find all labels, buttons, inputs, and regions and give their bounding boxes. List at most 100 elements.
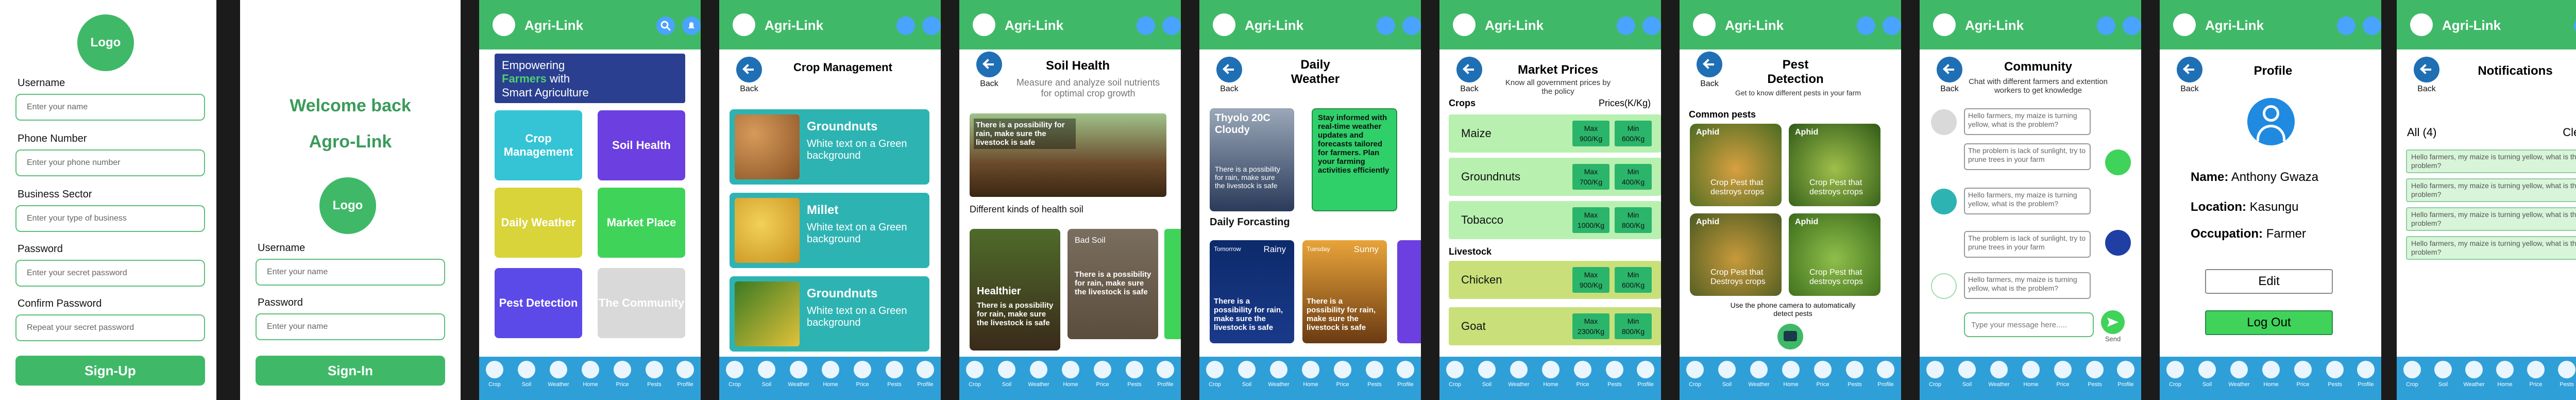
back-button[interactable]: Back (1694, 52, 1725, 89)
forecast-card[interactable]: Tomorrow Rainy There is a possibility fo… (1210, 240, 1294, 343)
nav-weather[interactable]: Weather (1263, 361, 1294, 388)
confirm-password-input[interactable]: Repeat your secret password (15, 314, 205, 341)
nav-price[interactable]: Price (2287, 361, 2318, 388)
nav-crop[interactable]: Crop (719, 361, 750, 388)
clear-all-button[interactable]: Clear all (2563, 126, 2576, 139)
nav-home[interactable]: Home (1775, 361, 1806, 388)
search-icon[interactable] (2337, 16, 2355, 35)
avatar[interactable] (733, 13, 755, 36)
search-icon[interactable] (1137, 16, 1155, 35)
avatar[interactable] (1933, 13, 1956, 36)
nav-soil[interactable]: Soil (1231, 361, 1262, 388)
bell-icon[interactable] (922, 16, 941, 35)
nav-home[interactable]: Home (2489, 361, 2520, 388)
bell-icon[interactable] (1642, 16, 1661, 35)
bell-icon[interactable] (1162, 16, 1181, 35)
nav-home[interactable]: Home (575, 361, 606, 388)
edit-button[interactable]: Edit (2205, 269, 2333, 294)
nav-home[interactable]: Home (815, 361, 846, 388)
tile-daily-weather[interactable]: Daily Weather (495, 188, 582, 258)
logout-button[interactable]: Log Out (2205, 310, 2333, 335)
back-button[interactable]: Back (1214, 57, 1245, 94)
avatar[interactable] (1213, 13, 1235, 36)
nav-profile[interactable]: Profile (910, 361, 941, 388)
search-icon[interactable] (1857, 16, 1875, 35)
nav-home[interactable]: Home (1295, 361, 1326, 388)
pest-card[interactable]: Aphid Crop Pest that destroys crops (1690, 124, 1782, 206)
avatar[interactable] (493, 13, 515, 36)
bell-icon[interactable] (2123, 16, 2141, 35)
nav-weather[interactable]: Weather (783, 361, 814, 388)
back-button[interactable]: Back (974, 52, 1005, 89)
nav-price[interactable]: Price (1087, 361, 1118, 388)
bell-icon[interactable] (1883, 16, 1901, 35)
nav-soil[interactable]: Soil (2428, 361, 2459, 388)
nav-crop[interactable]: Crop (2397, 361, 2428, 388)
back-button[interactable]: Back (1934, 57, 1965, 94)
nav-home[interactable]: Home (2015, 361, 2046, 388)
tile-community[interactable]: The Community (598, 268, 685, 338)
crop-card[interactable]: Groundnuts White text on a Green backgro… (730, 109, 929, 185)
avatar[interactable] (2173, 13, 2196, 36)
notification-item[interactable]: Hello farmers, my maize is turning yello… (2406, 236, 2576, 260)
nav-pests[interactable]: Pests (2079, 361, 2110, 388)
search-icon[interactable] (1377, 16, 1395, 35)
soil-card[interactable]: Bad Soil There is a possibility for rain… (1067, 229, 1158, 339)
nav-profile[interactable]: Profile (2110, 361, 2141, 388)
nav-home[interactable]: Home (1055, 361, 1086, 388)
nav-pests[interactable]: Pests (1119, 361, 1150, 388)
password-input[interactable]: Enter your secret password (15, 260, 205, 287)
nav-soil[interactable]: Soil (991, 361, 1022, 388)
nav-pests[interactable]: Pests (639, 361, 670, 388)
nav-weather[interactable]: Weather (1503, 361, 1534, 388)
soil-card[interactable]: Healthier There is a possibility for rai… (970, 229, 1060, 351)
search-icon[interactable] (1617, 16, 1635, 35)
nav-soil[interactable]: Soil (1471, 361, 1502, 388)
username-input[interactable]: Enter your name (15, 94, 205, 121)
back-button[interactable]: Back (2411, 57, 2442, 94)
weather-main-card[interactable]: Thyolo 20C Cloudy There is a possibility… (1210, 108, 1294, 211)
nav-weather[interactable]: Weather (1743, 361, 1774, 388)
nav-pests[interactable]: Pests (1599, 361, 1630, 388)
tile-pest-detection[interactable]: Pest Detection (495, 268, 582, 338)
nav-price[interactable]: Price (1807, 361, 1838, 388)
nav-price[interactable]: Price (2520, 361, 2551, 388)
phone-input[interactable]: Enter your phone number (15, 149, 205, 176)
nav-soil[interactable]: Soil (1952, 361, 1982, 388)
signup-button[interactable]: Sign-Up (15, 356, 205, 386)
avatar[interactable] (2410, 13, 2433, 36)
nav-crop[interactable]: Crop (1439, 361, 1470, 388)
pest-card[interactable]: Aphid Crop Pest that Destroys crops (1690, 213, 1782, 296)
nav-profile[interactable]: Profile (1870, 361, 1901, 388)
nav-weather[interactable]: Weather (1984, 361, 2014, 388)
nav-pests[interactable]: Pests (1839, 361, 1870, 388)
search-icon[interactable] (896, 16, 915, 35)
crop-card[interactable]: Groundnuts White text on a Green backgro… (730, 276, 929, 352)
back-button[interactable]: Back (2174, 57, 2205, 94)
nav-crop[interactable]: Crop (479, 361, 510, 388)
nav-weather[interactable]: Weather (1023, 361, 1054, 388)
nav-soil[interactable]: Soil (751, 361, 782, 388)
avatar[interactable] (1693, 13, 1716, 36)
forecast-card[interactable]: Tuesday Sunny There is a possibility for… (1302, 240, 1387, 343)
tile-soil-health[interactable]: Soil Health (598, 110, 685, 180)
business-input[interactable]: Enter your type of business (15, 205, 205, 232)
nav-pests[interactable]: Pests (879, 361, 910, 388)
nav-weather[interactable]: Weather (543, 361, 574, 388)
nav-pests[interactable]: Pests (1359, 361, 1390, 388)
nav-price[interactable]: Price (607, 361, 638, 388)
nav-pests[interactable]: Pests (2551, 361, 2576, 388)
bell-icon[interactable] (2363, 16, 2381, 35)
nav-profile[interactable]: Profile (2350, 361, 2381, 388)
avatar[interactable] (1453, 13, 1476, 36)
camera-button[interactable] (1777, 324, 1803, 349)
notification-item[interactable]: Hello farmers, my maize is turning yello… (2406, 149, 2576, 173)
nav-soil[interactable]: Soil (1711, 361, 1742, 388)
search-icon[interactable] (2097, 16, 2115, 35)
nav-home[interactable]: Home (2256, 361, 2286, 388)
search-icon[interactable] (2574, 16, 2576, 35)
nav-price[interactable]: Price (1327, 361, 1358, 388)
notification-item[interactable]: Hello farmers, my maize is turning yello… (2406, 207, 2576, 231)
bell-icon[interactable] (1402, 16, 1421, 35)
nav-weather[interactable]: Weather (2459, 361, 2489, 388)
